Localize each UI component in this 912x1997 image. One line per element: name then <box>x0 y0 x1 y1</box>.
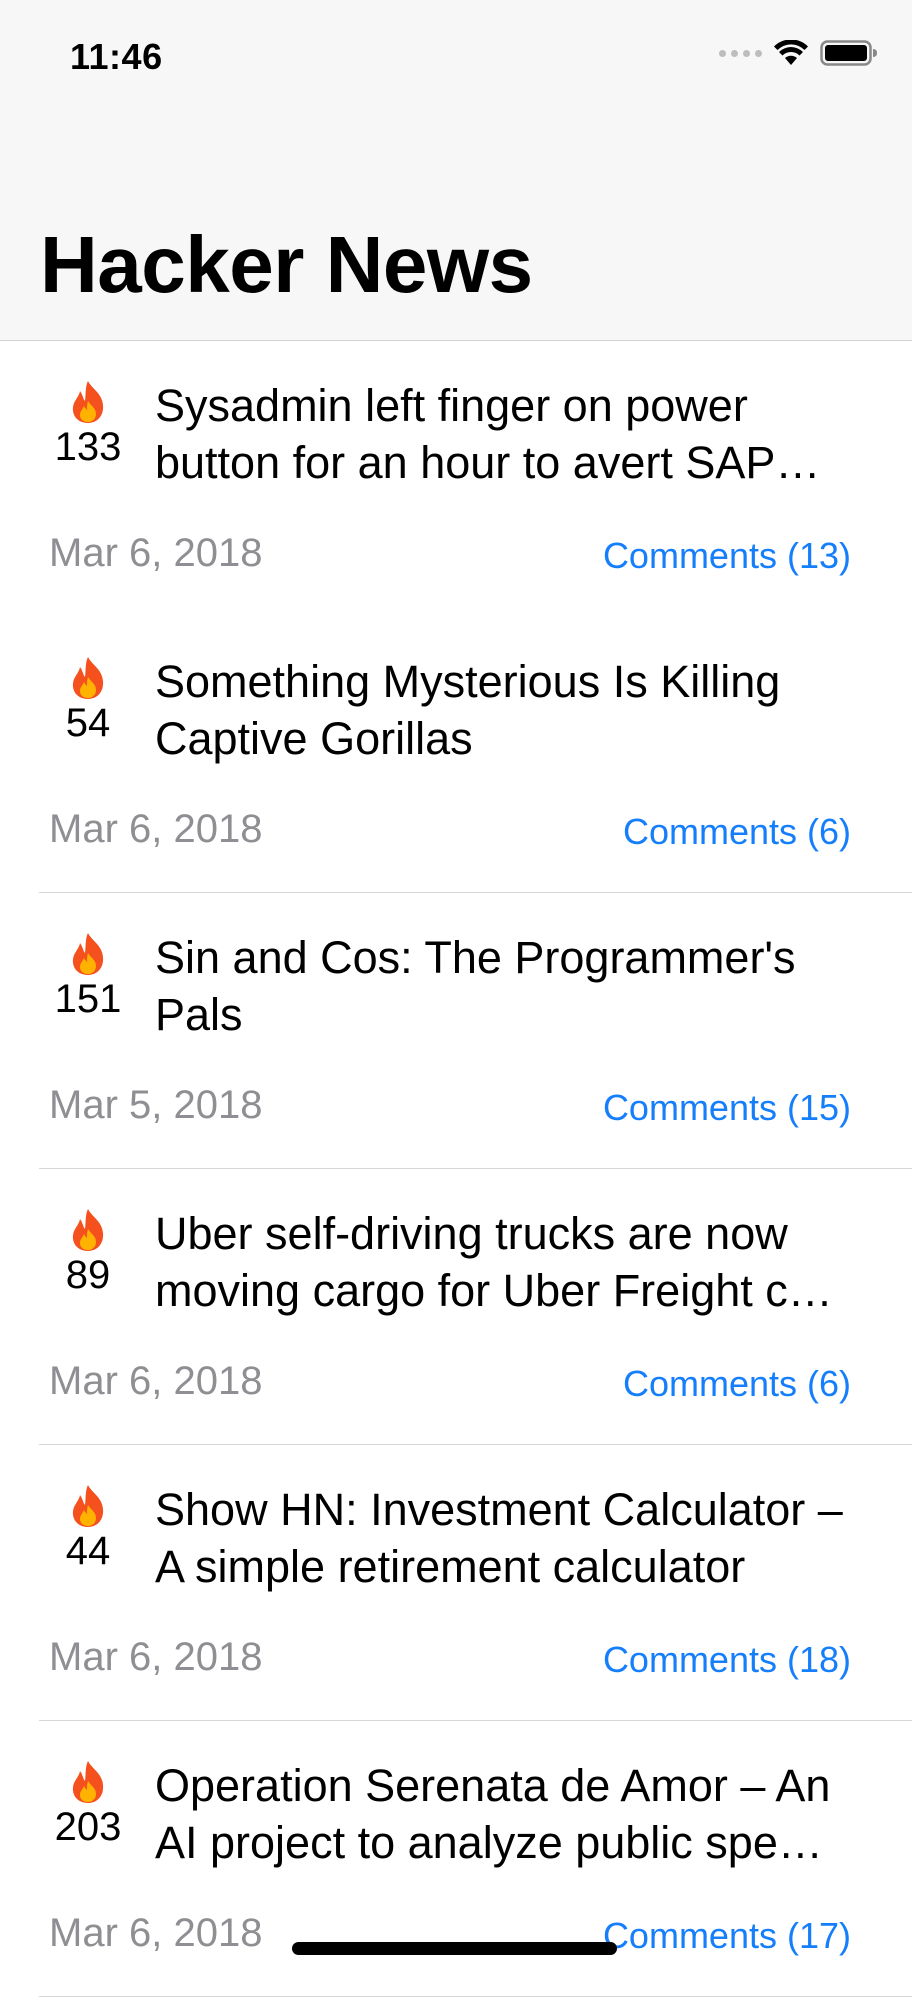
score: 203 <box>54 1805 122 1849</box>
story-title[interactable]: Sysadmin left finger on power button for… <box>155 377 880 491</box>
fire-icon <box>72 933 104 975</box>
fire-icon <box>72 1485 104 1527</box>
story-date: Mar 6, 2018 <box>49 1359 263 1403</box>
comments-link[interactable]: Comments (6) <box>623 1363 851 1405</box>
score: 89 <box>65 1253 111 1297</box>
story-row[interactable]: 133 Sysadmin left finger on power button… <box>0 341 912 617</box>
comments-link[interactable]: Comments (15) <box>603 1087 851 1129</box>
wifi-icon <box>774 40 808 65</box>
fire-icon <box>72 657 104 699</box>
story-date: Mar 6, 2018 <box>49 531 263 575</box>
vote-badge: 54 <box>40 655 136 745</box>
story-row[interactable]: 44 Show HN: Investment Calculator – A si… <box>0 1445 912 1721</box>
comments-link[interactable]: Comments (17) <box>603 1915 851 1957</box>
comments-link[interactable]: Comments (18) <box>603 1639 851 1681</box>
vote-badge: 133 <box>40 379 136 469</box>
score: 44 <box>65 1529 111 1573</box>
story-row[interactable]: 203 Operation Serenata de Amor – An AI p… <box>0 1721 912 1997</box>
fire-icon <box>72 1209 104 1251</box>
fire-icon <box>72 1761 104 1803</box>
story-row[interactable]: 151 Sin and Cos: The Programmer's Pals M… <box>0 893 912 1169</box>
status-icons <box>719 40 878 66</box>
vote-badge: 203 <box>40 1759 136 1849</box>
story-title[interactable]: Show HN: Investment Calculator – A simpl… <box>155 1481 880 1595</box>
story-title[interactable]: Sin and Cos: The Programmer's Pals <box>155 929 880 1043</box>
story-row[interactable]: 89 Uber self-driving trucks are now movi… <box>0 1169 912 1445</box>
comments-link[interactable]: Comments (6) <box>623 811 851 853</box>
story-title[interactable]: Operation Serenata de Amor – An AI proje… <box>155 1757 880 1871</box>
page-title: Hacker News <box>40 220 533 309</box>
navigation-bar: 11:46 Hacker News <box>0 0 912 341</box>
score: 54 <box>65 701 111 745</box>
fire-icon <box>72 381 104 423</box>
story-list: 133 Sysadmin left finger on power button… <box>0 341 912 1997</box>
vote-badge: 151 <box>40 931 136 1021</box>
story-date: Mar 6, 2018 <box>49 807 263 851</box>
story-title[interactable]: Uber self-driving trucks are now moving … <box>155 1205 880 1319</box>
story-title[interactable]: Something Mysterious Is Killing Captive … <box>155 653 880 767</box>
battery-icon <box>820 40 877 66</box>
story-row[interactable]: 54 Something Mysterious Is Killing Capti… <box>0 617 912 893</box>
story-date: Mar 6, 2018 <box>49 1911 263 1955</box>
vote-badge: 44 <box>40 1483 136 1573</box>
status-time: 11:46 <box>70 36 163 77</box>
comments-link[interactable]: Comments (13) <box>603 535 851 577</box>
score: 133 <box>54 425 122 469</box>
home-indicator[interactable] <box>292 1942 617 1955</box>
story-date: Mar 6, 2018 <box>49 1635 263 1679</box>
score: 151 <box>54 977 122 1021</box>
signal-dots-icon <box>719 49 762 57</box>
story-date: Mar 5, 2018 <box>49 1083 263 1127</box>
vote-badge: 89 <box>40 1207 136 1297</box>
